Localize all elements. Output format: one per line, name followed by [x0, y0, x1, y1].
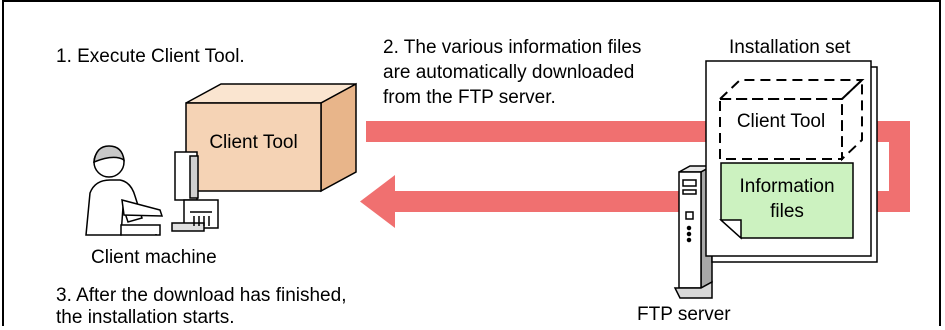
installation-set-label: Installation set [729, 37, 851, 58]
client-tool-dashed-label: Client Tool [736, 111, 826, 132]
information-files-label-line-1: Information [739, 176, 835, 197]
client-machine-label: Client machine [91, 247, 217, 268]
ftp-server-label: FTP server [637, 304, 731, 325]
client-tool-box-label: Client Tool [209, 132, 298, 153]
step-2-line-3: from the FTP server. [383, 87, 556, 108]
step-2-line-2: are automatically downloaded [383, 62, 635, 83]
client-machine-icon [85, 145, 219, 236]
step-3-line-2: the installation starts. [56, 307, 235, 328]
information-files-label-line-2: files [770, 201, 804, 222]
step-1-text: 1. Execute Client Tool. [56, 46, 245, 67]
step-2-line-1: 2. The various information files [383, 37, 642, 58]
